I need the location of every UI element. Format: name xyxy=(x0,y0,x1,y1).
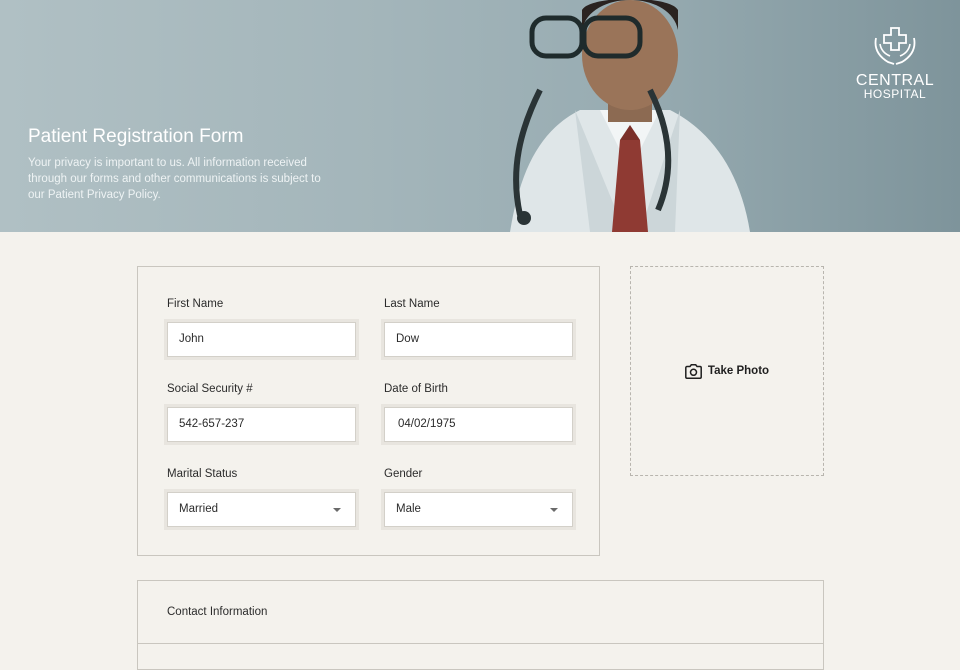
dob-label: Date of Birth xyxy=(384,383,448,395)
first-name-input[interactable]: John xyxy=(167,322,356,357)
hero-banner: Patient Registration Form Your privacy i… xyxy=(0,0,960,232)
marital-status-select[interactable]: Married xyxy=(167,492,356,527)
page-title: Patient Registration Form xyxy=(28,126,244,147)
take-photo-button[interactable]: Take Photo xyxy=(684,363,770,379)
first-name-group: First Name John xyxy=(167,298,356,357)
gender-label: Gender xyxy=(384,468,423,480)
hospital-logo: CENTRAL HOSPITAL xyxy=(855,26,935,101)
ssn-group: Social Security # 542-657-237 xyxy=(167,383,356,442)
contact-information-card: Contact Information xyxy=(137,580,824,670)
chevron-down-icon xyxy=(550,508,558,512)
first-name-label: First Name xyxy=(167,298,224,310)
marital-status-label: Marital Status xyxy=(167,468,238,480)
take-photo-label: Take Photo xyxy=(707,365,770,377)
marital-status-value: Married xyxy=(179,503,218,515)
last-name-group: Last Name Dow xyxy=(384,298,573,357)
dob-group: Date of Birth 04/02/1975 xyxy=(384,383,573,442)
ssn-input[interactable]: 542-657-237 xyxy=(167,407,356,442)
chevron-down-icon xyxy=(333,508,341,512)
ssn-label: Social Security # xyxy=(167,383,253,395)
last-name-input[interactable]: Dow xyxy=(384,322,573,357)
logo-text-hospital: HOSPITAL xyxy=(863,87,927,101)
marital-status-group: Marital Status Married xyxy=(167,468,356,527)
privacy-notice: Your privacy is important to us. All inf… xyxy=(28,157,321,201)
divider xyxy=(138,643,823,644)
patient-details-card: First Name John Last Name Dow Social Sec… xyxy=(137,266,600,556)
gender-value: Male xyxy=(396,503,421,515)
photo-dropzone[interactable]: Take Photo xyxy=(630,266,824,476)
contact-information-heading: Contact Information xyxy=(167,606,268,618)
gender-group: Gender Male xyxy=(384,468,573,527)
doctor-image xyxy=(510,0,750,232)
dob-input[interactable]: 04/02/1975 xyxy=(384,407,573,442)
gender-select[interactable]: Male xyxy=(384,492,573,527)
camera-icon xyxy=(684,363,702,379)
hands-cross-icon xyxy=(874,27,916,65)
last-name-label: Last Name xyxy=(384,298,440,310)
logo-text-central: CENTRAL xyxy=(855,72,935,89)
